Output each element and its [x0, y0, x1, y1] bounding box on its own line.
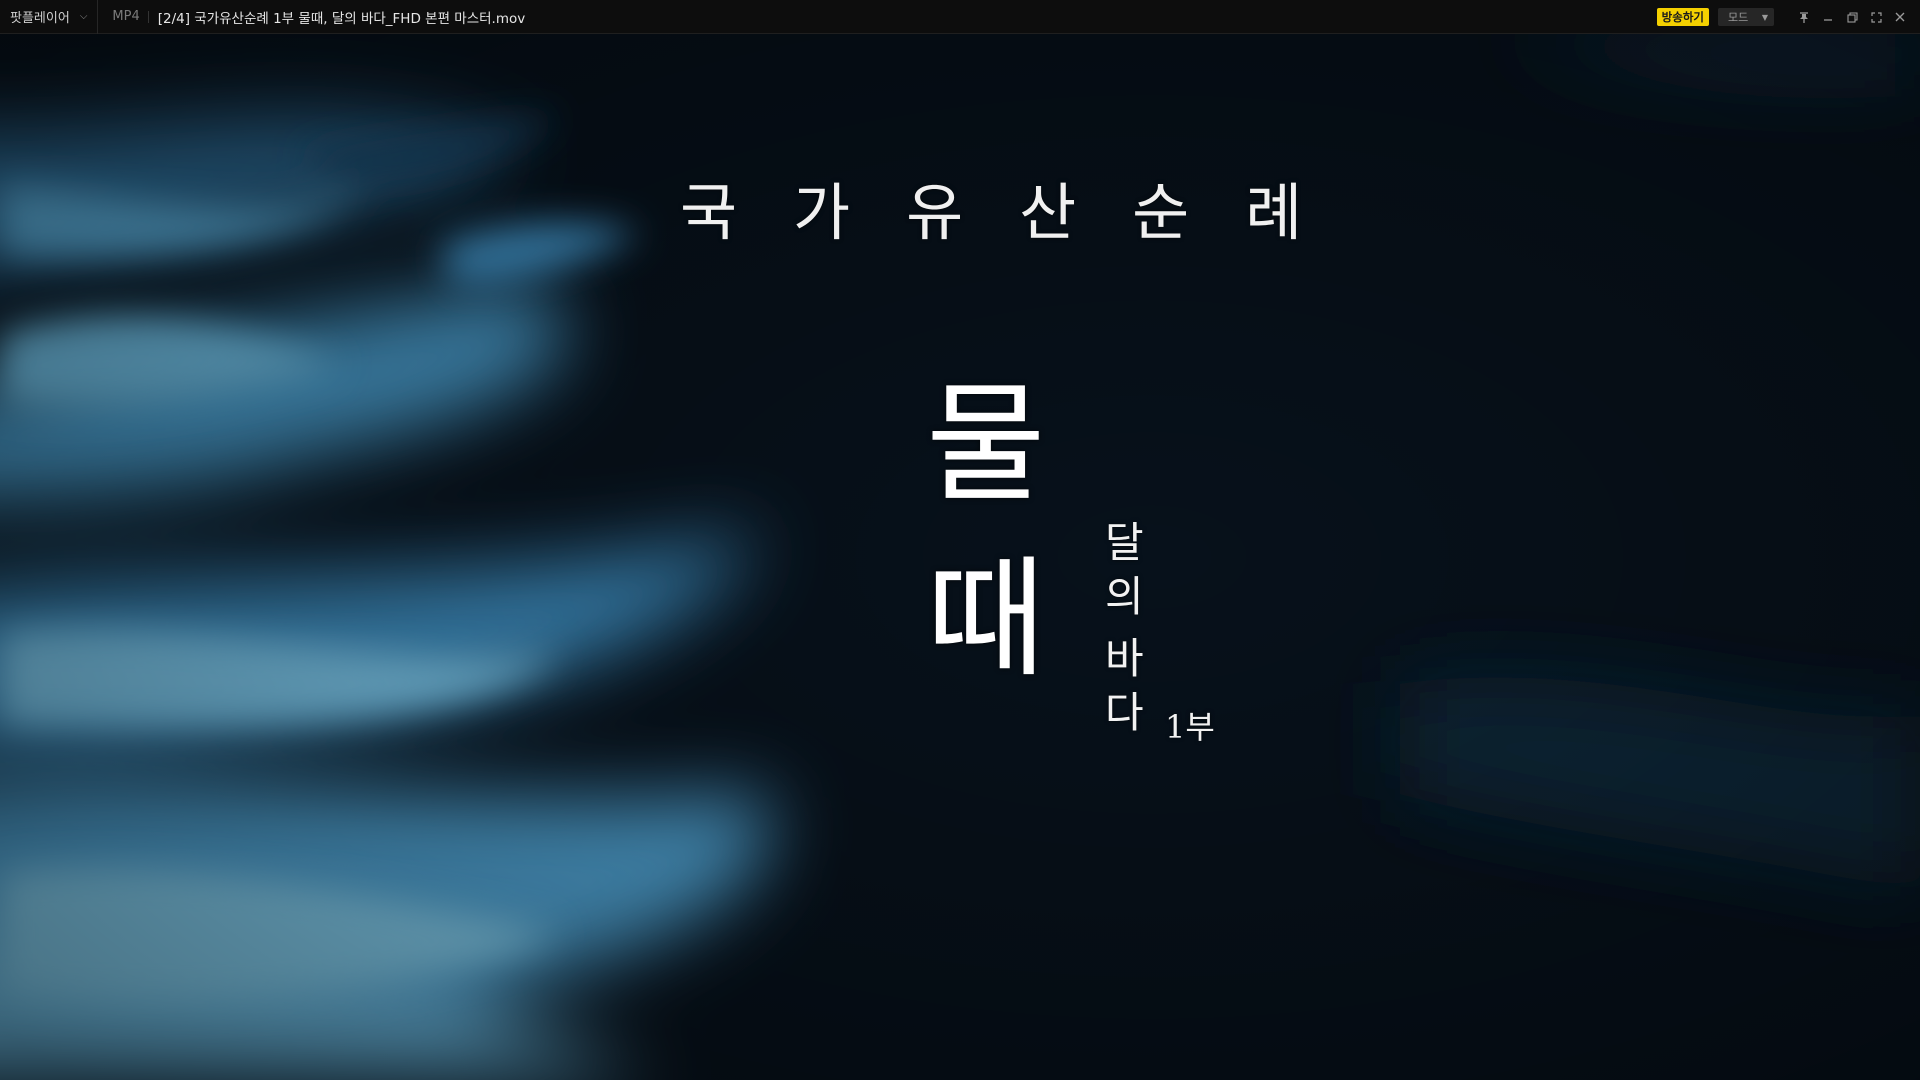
app-menu-button[interactable]: 팟플레이어 ⌵	[0, 0, 99, 34]
subtitle-char-2: 의	[1105, 572, 1144, 621]
caret-down-icon: ▼	[1761, 12, 1768, 22]
series-title: 국가유산순례	[680, 176, 1359, 249]
title-bar[interactable]: 팟플레이어 ⌵ MP4 [2/4] 국가유산순례 1부 물때, 달의 바다_FH…	[0, 0, 1920, 34]
chevron-down-icon: ⌵	[79, 11, 88, 22]
close-button[interactable]	[1888, 0, 1912, 34]
restore-icon	[1846, 11, 1858, 23]
file-title: [2/4] 국가유산순례 1부 물때, 달의 바다_FHD 본편 마스터.mov	[157, 10, 526, 27]
main-title-char-1: 물	[926, 368, 1046, 520]
restore-button[interactable]	[1840, 0, 1864, 34]
mode-label: 모드	[1728, 11, 1749, 24]
minimize-button[interactable]	[1816, 0, 1840, 34]
pin-icon	[1800, 11, 1808, 23]
mode-dropdown[interactable]: 모드 ▼	[1718, 8, 1774, 26]
fullscreen-icon	[1870, 11, 1882, 23]
title-bar-controls: 방송하기 모드 ▼	[1656, 0, 1920, 34]
app-name: 팟플레이어	[10, 11, 70, 26]
player-window: 팟플레이어 ⌵ MP4 [2/4] 국가유산순례 1부 물때, 달의 바다_FH…	[0, 0, 1920, 1080]
broadcast-button[interactable]: 방송하기	[1656, 8, 1709, 26]
close-icon	[1895, 12, 1905, 22]
fullscreen-button[interactable]	[1864, 0, 1888, 34]
part-label: 1부	[1165, 708, 1215, 746]
format-tag: MP4	[104, 10, 149, 23]
subtitle-char-1: 달	[1105, 518, 1144, 567]
subtitle-char-4: 다	[1105, 688, 1144, 737]
main-title-char-2: 때	[926, 543, 1046, 695]
video-frame[interactable]: 국가유산순례 물 때 달 의 바 다 1부	[0, 34, 1920, 1080]
minimize-icon	[1824, 19, 1832, 21]
pin-button[interactable]	[1792, 0, 1816, 34]
subtitle-char-3: 바	[1105, 634, 1144, 683]
